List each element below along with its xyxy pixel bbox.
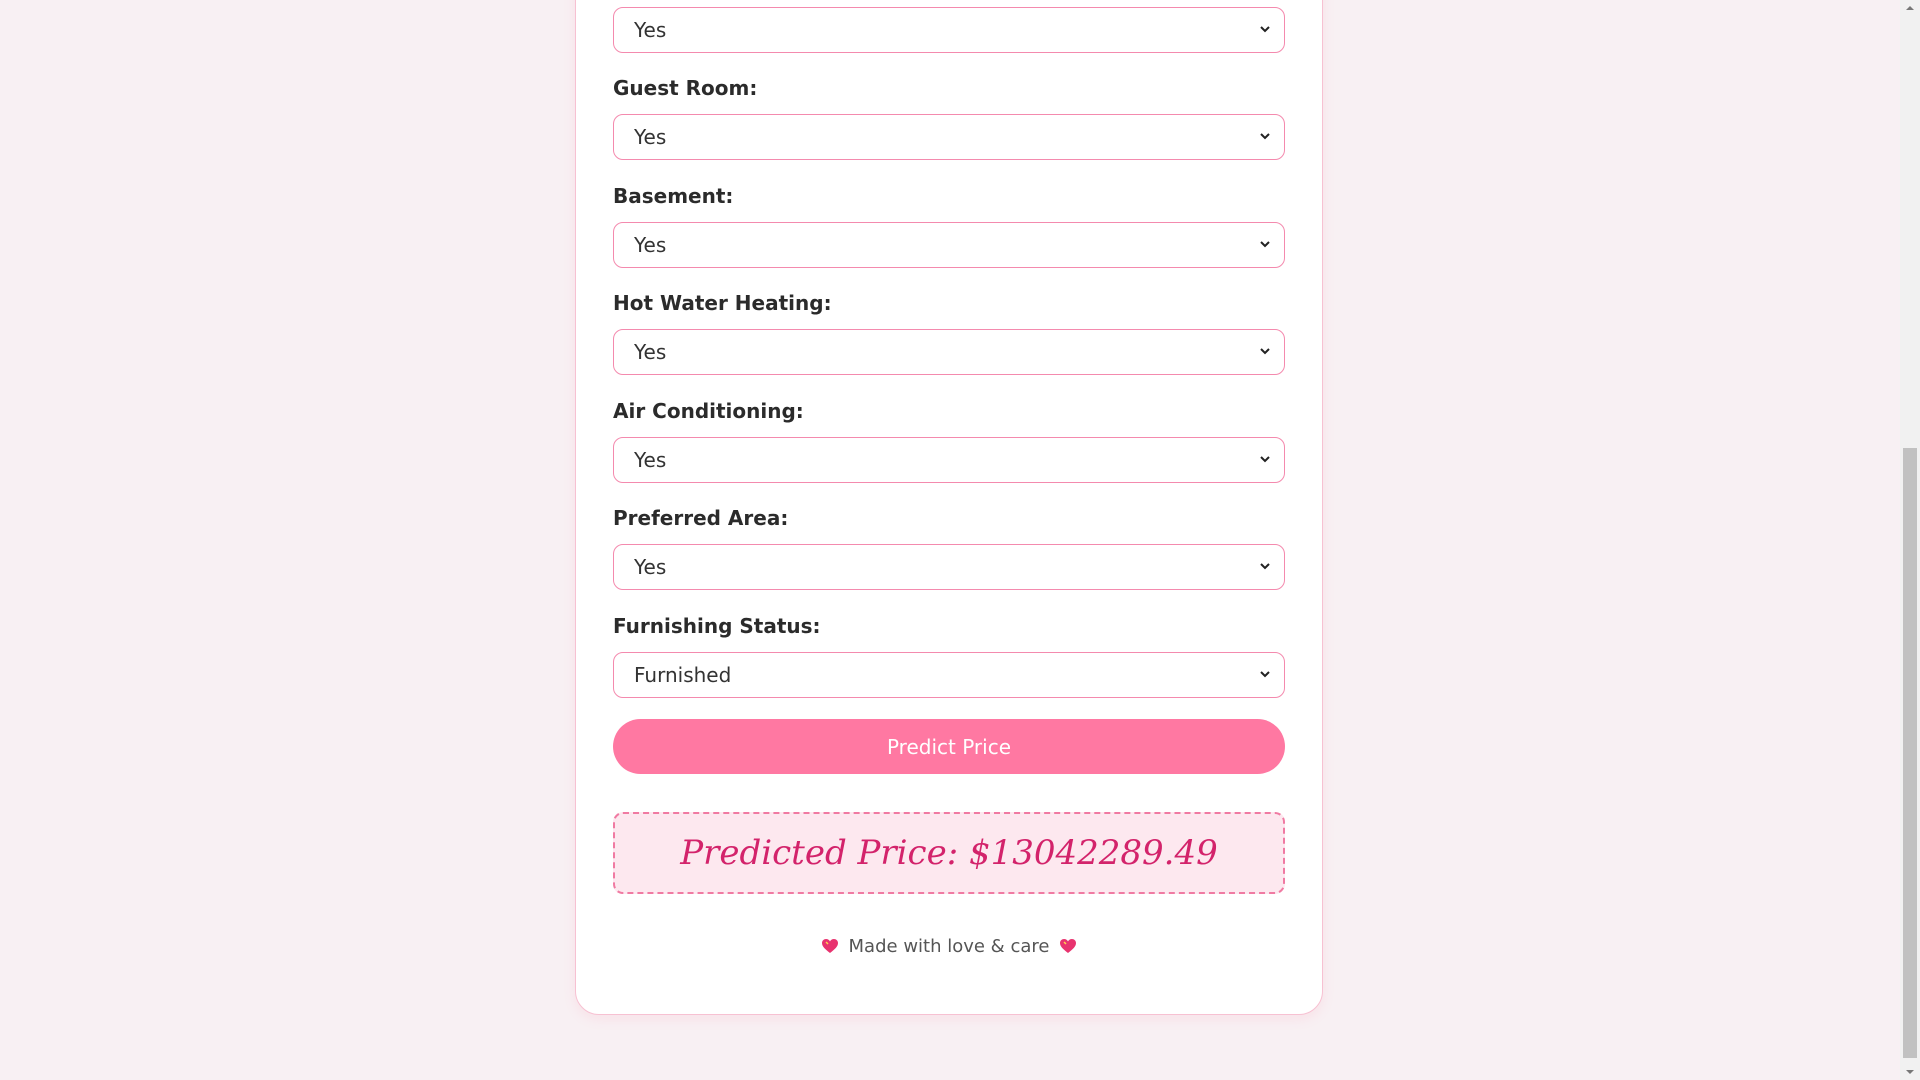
hot-water-heating-label: Hot Water Heating: [613, 291, 832, 315]
preferred-area-select[interactable]: Yes [613, 544, 1285, 590]
select-value: Yes [634, 125, 667, 149]
select-value: Yes [634, 18, 667, 42]
guest-room-select[interactable]: Yes [613, 114, 1285, 160]
basement-select[interactable]: Yes [613, 222, 1285, 268]
chevron-down-icon [1260, 133, 1270, 140]
page: Yes Guest Room: Yes Basement: Yes Hot Wa… [0, 0, 1900, 1080]
chevron-down-icon [1260, 348, 1270, 355]
predict-price-button[interactable]: Predict Price [613, 719, 1285, 774]
select-value: Yes [634, 448, 667, 472]
hot-water-heating-select[interactable]: Yes [613, 329, 1285, 375]
footer-text: Made with love & care [848, 935, 1050, 957]
predicted-price-result: Predicted Price: $13042289.49 [613, 812, 1285, 894]
guest-room-label: Guest Room: [613, 76, 758, 100]
chevron-down-icon [1260, 26, 1270, 33]
chevron-down-icon [1260, 456, 1270, 463]
select-value: Yes [634, 340, 667, 364]
air-conditioning-select[interactable]: Yes [613, 437, 1285, 483]
parking-select[interactable]: Yes [613, 7, 1285, 53]
scroll-up-arrow-icon[interactable] [1900, 0, 1920, 16]
scrollbar-thumb[interactable] [1903, 448, 1917, 1058]
heart-icon [821, 939, 838, 953]
furnishing-status-select[interactable]: Furnished [613, 652, 1285, 698]
furnishing-status-label: Furnishing Status: [613, 614, 821, 638]
vertical-scrollbar[interactable] [1900, 0, 1920, 1080]
basement-label: Basement: [613, 184, 734, 208]
predicted-price-text: Predicted Price: $13042289.49 [680, 833, 1218, 873]
scroll-down-arrow-icon[interactable] [1900, 1064, 1920, 1080]
select-value: Yes [634, 233, 667, 257]
chevron-down-icon [1260, 671, 1270, 678]
heart-icon [1060, 939, 1077, 953]
chevron-down-icon [1260, 563, 1270, 570]
footer: Made with love & care [613, 932, 1285, 960]
select-value: Yes [634, 555, 667, 579]
preferred-area-label: Preferred Area: [613, 506, 789, 530]
air-conditioning-label: Air Conditioning: [613, 399, 804, 423]
chevron-down-icon [1260, 241, 1270, 248]
select-value: Furnished [634, 663, 732, 687]
